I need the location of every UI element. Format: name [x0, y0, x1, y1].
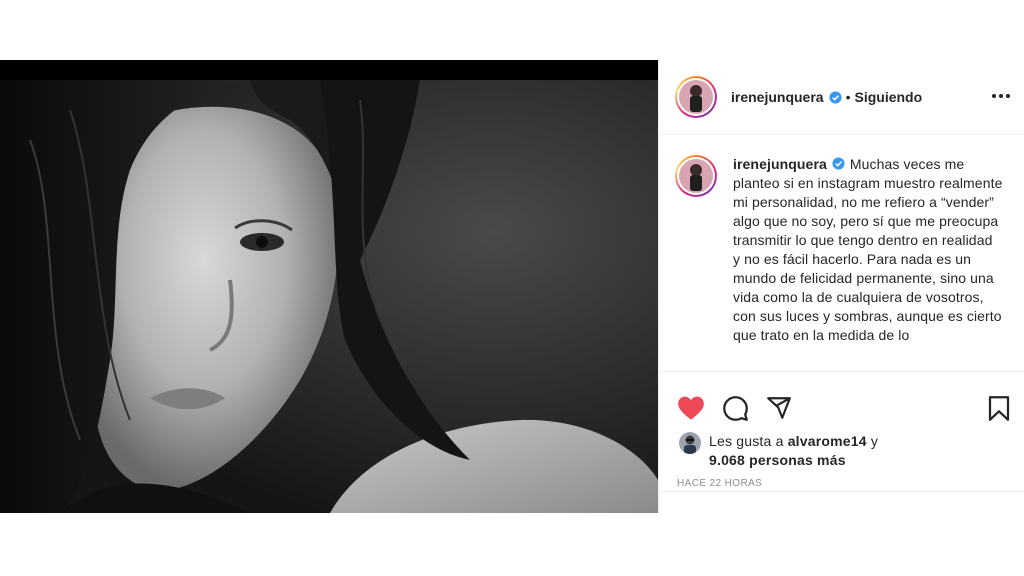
- heart-filled-icon[interactable]: [677, 394, 705, 422]
- likes-text: Les gusta a alvarome14 y 9.068 personas …: [709, 432, 878, 470]
- author-avatar[interactable]: [675, 76, 717, 118]
- caption-text: irenejunquera Muchas veces me planteo si…: [733, 155, 1003, 345]
- post-photo[interactable]: [0, 80, 658, 513]
- verified-badge-icon: [829, 90, 842, 104]
- liker-username[interactable]: alvarome14: [788, 433, 867, 449]
- post-media[interactable]: [0, 60, 658, 513]
- caption-author-avatar[interactable]: [675, 155, 717, 197]
- media-letterbox-bar: [0, 60, 658, 80]
- likes-summary: Les gusta a alvarome14 y 9.068 personas …: [679, 432, 878, 470]
- post-header: irenejunquera • Siguiendo: [659, 60, 1024, 135]
- post-actions: Les gusta a alvarome14 y 9.068 personas …: [659, 371, 1024, 491]
- caption-section: irenejunquera Muchas veces me planteo si…: [659, 135, 1024, 371]
- liker-avatar[interactable]: [679, 432, 701, 454]
- likes-prefix: Les gusta a: [709, 433, 784, 449]
- caption-username[interactable]: irenejunquera: [733, 156, 827, 172]
- likes-count[interactable]: 9.068 personas más: [709, 452, 846, 468]
- following-button[interactable]: Siguiendo: [855, 89, 923, 105]
- likes-conjunction: y: [870, 433, 879, 449]
- verified-badge-icon: [832, 157, 845, 170]
- comment-icon[interactable]: [721, 394, 749, 422]
- post-timestamp[interactable]: HACE 22 HORAS: [677, 478, 762, 489]
- paper-plane-icon[interactable]: [765, 394, 793, 422]
- header-separator: •: [845, 89, 851, 105]
- bookmark-icon[interactable]: [985, 394, 1013, 422]
- caption-comment: irenejunquera Muchas veces me planteo si…: [675, 155, 1009, 345]
- more-options-icon[interactable]: [991, 86, 1011, 106]
- instagram-post: irenejunquera • Siguiendo irenejunquera …: [0, 60, 1024, 513]
- post-side-panel: irenejunquera • Siguiendo irenejunquera …: [658, 60, 1024, 513]
- author-username[interactable]: irenejunquera: [731, 89, 824, 105]
- caption-body: Muchas veces me planteo si en instagram …: [733, 156, 1003, 343]
- comment-input-bar: [659, 491, 1024, 513]
